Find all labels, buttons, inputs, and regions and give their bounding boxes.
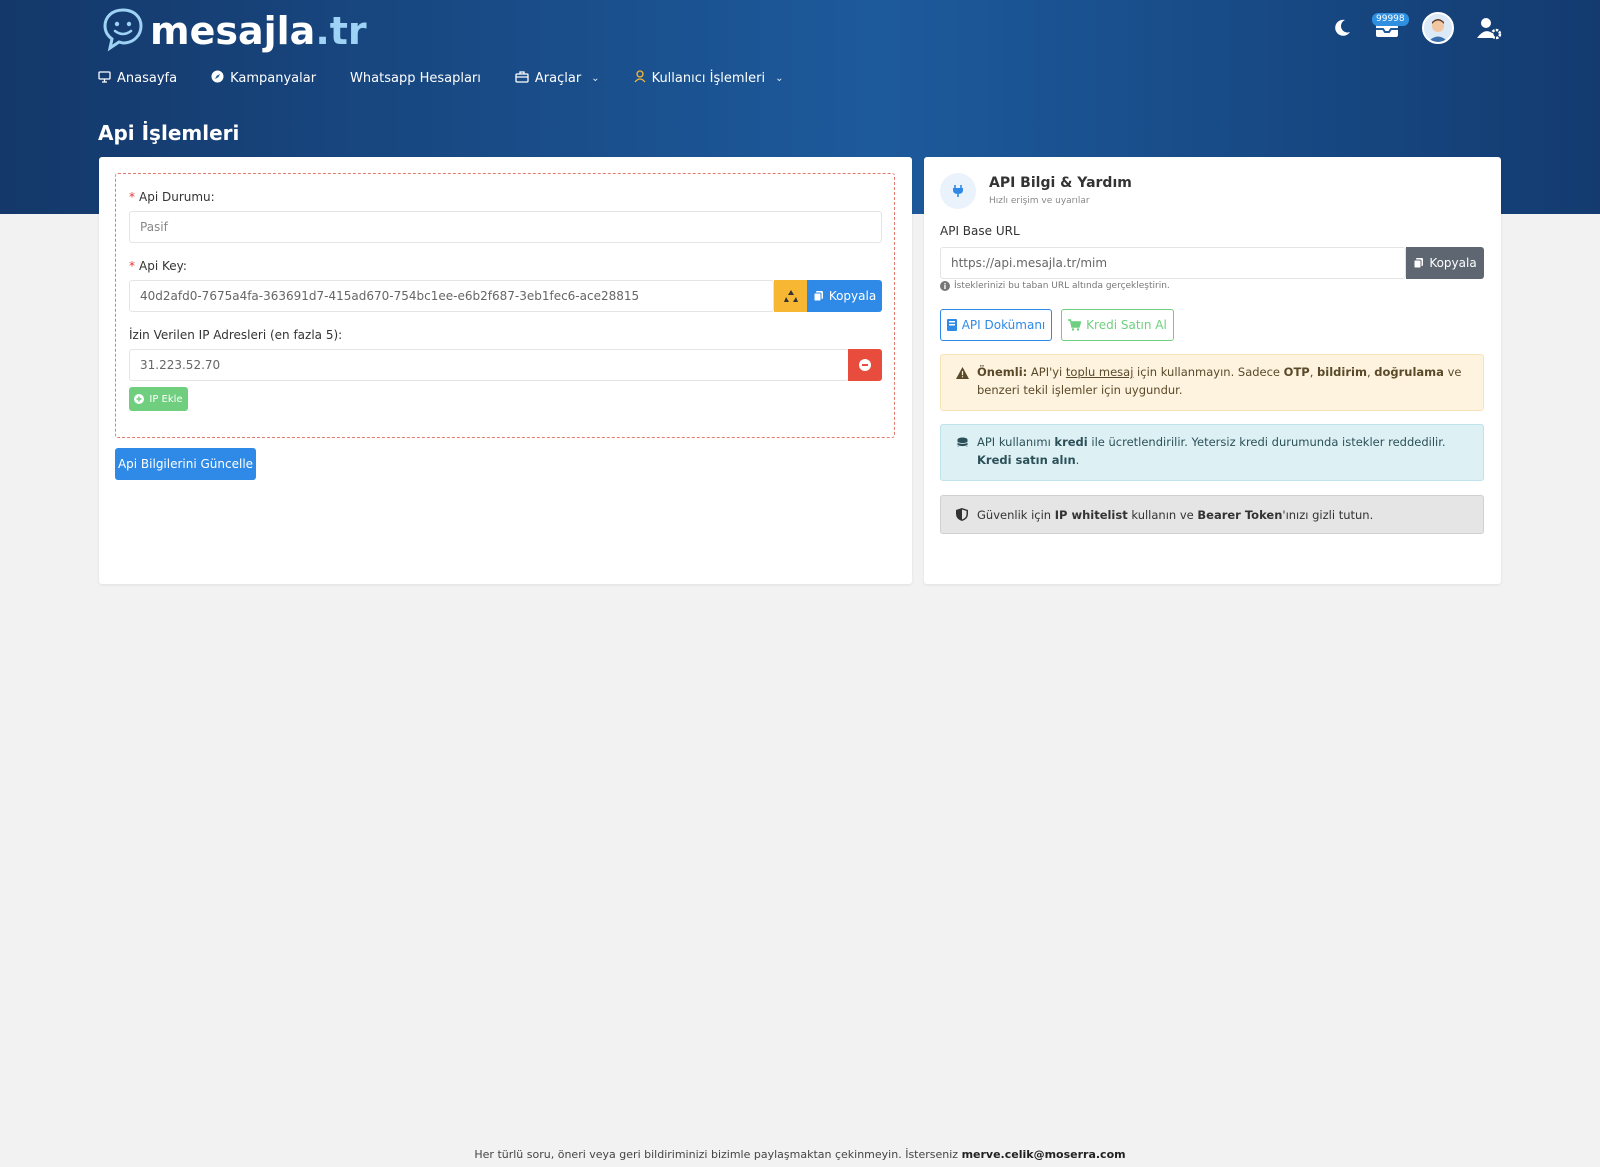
- help-subtitle: Hızlı erişim ve uyarılar: [989, 196, 1090, 206]
- allowed-ip-label: İzin Verilen IP Adresleri (en fazla 5):: [129, 328, 343, 342]
- chat-bubble-icon: [100, 6, 146, 55]
- api-help-card: API Bilgi & Yardım Hızlı erişim ve uyarı…: [924, 157, 1501, 584]
- add-ip-label: IP Ekle: [149, 393, 183, 405]
- bulk-message-link[interactable]: toplu mesaj: [1066, 365, 1134, 379]
- copy-key-label: Kopyala: [828, 289, 877, 303]
- user-settings-icon[interactable]: [1476, 16, 1502, 40]
- brand-name: mesajla.tr: [150, 8, 367, 53]
- plus-circle-icon: [134, 394, 145, 404]
- credit-info-alert: API kullanımı kredi ile ücretlendirilir.…: [940, 424, 1484, 481]
- copy-url-label: Kopyala: [1429, 256, 1477, 270]
- api-status-label: * Api Durumu:: [129, 190, 215, 204]
- footer-email-link[interactable]: merve.celik@moserra.com: [962, 1148, 1126, 1161]
- footer: Her türlü soru, öneri veya geri bildirim…: [0, 1148, 1600, 1161]
- briefcase-icon: [515, 70, 529, 87]
- book-icon: [946, 319, 957, 331]
- ip-address-field[interactable]: 31.223.52.70: [129, 349, 849, 381]
- warning-triangle-icon: [956, 366, 969, 384]
- nav-label: Araçlar: [534, 71, 582, 86]
- inbox-button[interactable]: 99998: [1372, 13, 1409, 39]
- api-docs-label: API Dokümanı: [961, 318, 1046, 332]
- buy-credit-button[interactable]: Kredi Satın Al: [1061, 309, 1174, 341]
- main-nav: Anasayfa Kampanyalar Whatsapp Hesapları …: [98, 70, 817, 87]
- plug-icon: [940, 173, 976, 209]
- copy-url-button[interactable]: Kopyala: [1406, 247, 1484, 279]
- base-url-field[interactable]: https://api.mesajla.tr/mim: [940, 247, 1406, 279]
- add-ip-button[interactable]: IP Ekle: [129, 387, 188, 411]
- avatar[interactable]: [1422, 12, 1454, 44]
- nav-item-whatsapp[interactable]: Whatsapp Hesapları: [350, 71, 481, 86]
- nav-item-campaigns[interactable]: Kampanyalar: [211, 70, 316, 87]
- brand-tld: .tr: [315, 8, 367, 53]
- info-icon: [940, 281, 950, 291]
- copy-icon: [1413, 258, 1424, 269]
- recycle-icon: [783, 290, 798, 302]
- nav-label: Anasayfa: [117, 71, 178, 86]
- coins-icon: [956, 436, 969, 454]
- top-bar: mesajla.tr 99998: [0, 0, 1600, 58]
- buy-credit-label: Kredi Satın Al: [1086, 318, 1167, 332]
- help-title: API Bilgi & Yardım: [989, 175, 1132, 191]
- api-key-label: * Api Key:: [129, 259, 187, 273]
- api-key-field[interactable]: 40d2afd0-7675a4fa-363691d7-415ad670-754b…: [129, 280, 774, 312]
- base-url-hint: İsteklerinizi bu taban URL altında gerçe…: [940, 281, 1170, 291]
- update-api-button[interactable]: Api Bilgilerini Güncelle: [115, 448, 256, 480]
- monitor-icon: [98, 70, 111, 87]
- brand-logo[interactable]: mesajla.tr: [100, 6, 367, 55]
- cart-icon: [1068, 319, 1082, 331]
- important-warning-alert: Önemli: API'yi toplu mesaj için kullanma…: [940, 354, 1484, 411]
- nav-item-user-ops[interactable]: Kullanıcı İşlemleri ⌄: [634, 70, 784, 87]
- remove-ip-button[interactable]: [848, 349, 882, 381]
- required-marker: *: [129, 259, 135, 273]
- buy-credit-link[interactable]: Kredi satın alın: [977, 453, 1076, 467]
- copy-icon: [813, 291, 823, 302]
- nav-label: Kullanıcı İşlemleri: [651, 71, 766, 86]
- minus-circle-icon: [859, 359, 871, 371]
- required-marker: *: [129, 190, 135, 204]
- nav-label: Whatsapp Hesapları: [350, 71, 481, 86]
- api-form-group: * Api Durumu: Pasif * Api Key: 40d2afd0-76…: [115, 173, 895, 438]
- notification-badge: 99998: [1372, 13, 1409, 26]
- api-status-field[interactable]: Pasif: [129, 211, 882, 243]
- regenerate-key-button[interactable]: [774, 280, 807, 312]
- copy-key-button[interactable]: Kopyala: [807, 280, 882, 312]
- nav-label: Kampanyalar: [230, 71, 317, 86]
- moon-icon[interactable]: [1332, 18, 1352, 38]
- api-docs-button[interactable]: API Dokümanı: [940, 309, 1052, 341]
- api-settings-card: * Api Durumu: Pasif * Api Key: 40d2afd0-76…: [99, 157, 912, 584]
- footer-text: Her türlü soru, öneri veya geri bildirim…: [474, 1148, 962, 1161]
- chevron-down-icon: ⌄: [775, 73, 784, 84]
- chevron-down-icon: ⌄: [591, 73, 600, 84]
- nav-item-tools[interactable]: Araçlar ⌄: [515, 70, 600, 87]
- base-url-label: API Base URL: [940, 224, 1020, 238]
- security-tip-alert: Güvenlik için IP whitelist kullanın ve B…: [940, 495, 1484, 534]
- nav-item-home[interactable]: Anasayfa: [98, 70, 178, 87]
- user-icon: [634, 70, 646, 87]
- shield-icon: [956, 508, 968, 526]
- page-title: Api İşlemleri: [98, 121, 240, 145]
- compass-icon: [211, 70, 224, 87]
- header-actions: 99998: [1332, 12, 1502, 44]
